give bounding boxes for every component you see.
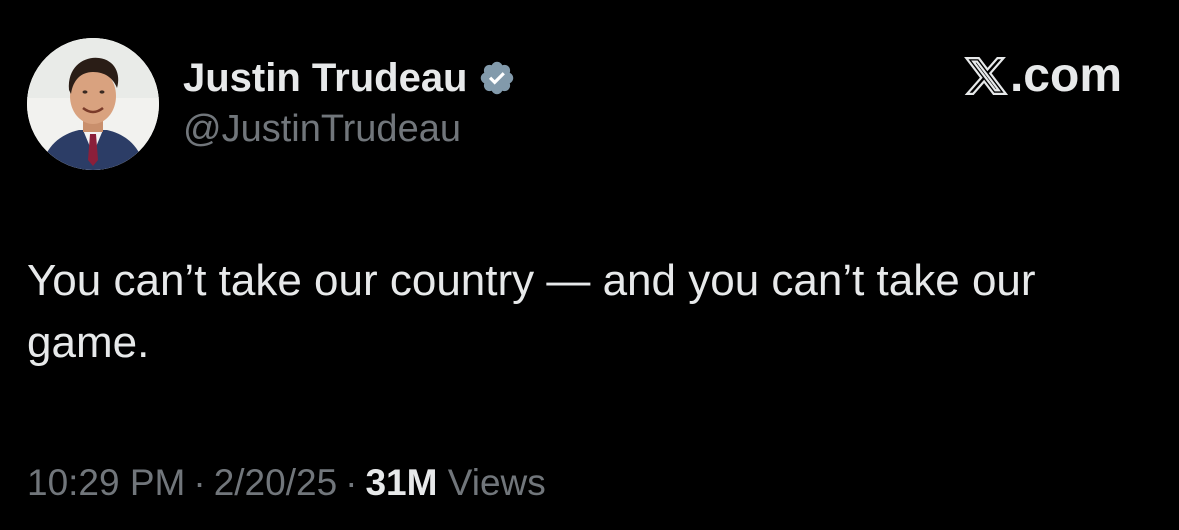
author-block: Justin Trudeau @JustinTrudeau [183, 50, 516, 151]
user-handle[interactable]: @JustinTrudeau [183, 108, 516, 151]
views-count[interactable]: 31M [365, 462, 437, 503]
tweet-card: Justin Trudeau @JustinTrudeau .com You c… [0, 0, 1179, 530]
brand-watermark: .com [964, 48, 1122, 103]
verified-badge-icon [478, 59, 516, 97]
meta-separator: · [345, 462, 358, 503]
tweet-meta: 10:29 PM · 2/20/25 · 31M Views [27, 462, 546, 504]
avatar[interactable] [27, 38, 159, 170]
tweet-date[interactable]: 2/20/25 [214, 462, 337, 503]
tweet-text: You can’t take our country — and you can… [27, 256, 1036, 367]
tweet-time[interactable]: 10:29 PM [27, 462, 185, 503]
views-label: Views [447, 462, 546, 503]
name-row: Justin Trudeau [183, 50, 516, 106]
display-name[interactable]: Justin Trudeau [183, 56, 468, 101]
brand-label: .com [1009, 49, 1122, 102]
meta-separator: · [193, 462, 206, 503]
profile-photo-icon [27, 38, 159, 170]
x-logo-icon [964, 54, 1009, 98]
